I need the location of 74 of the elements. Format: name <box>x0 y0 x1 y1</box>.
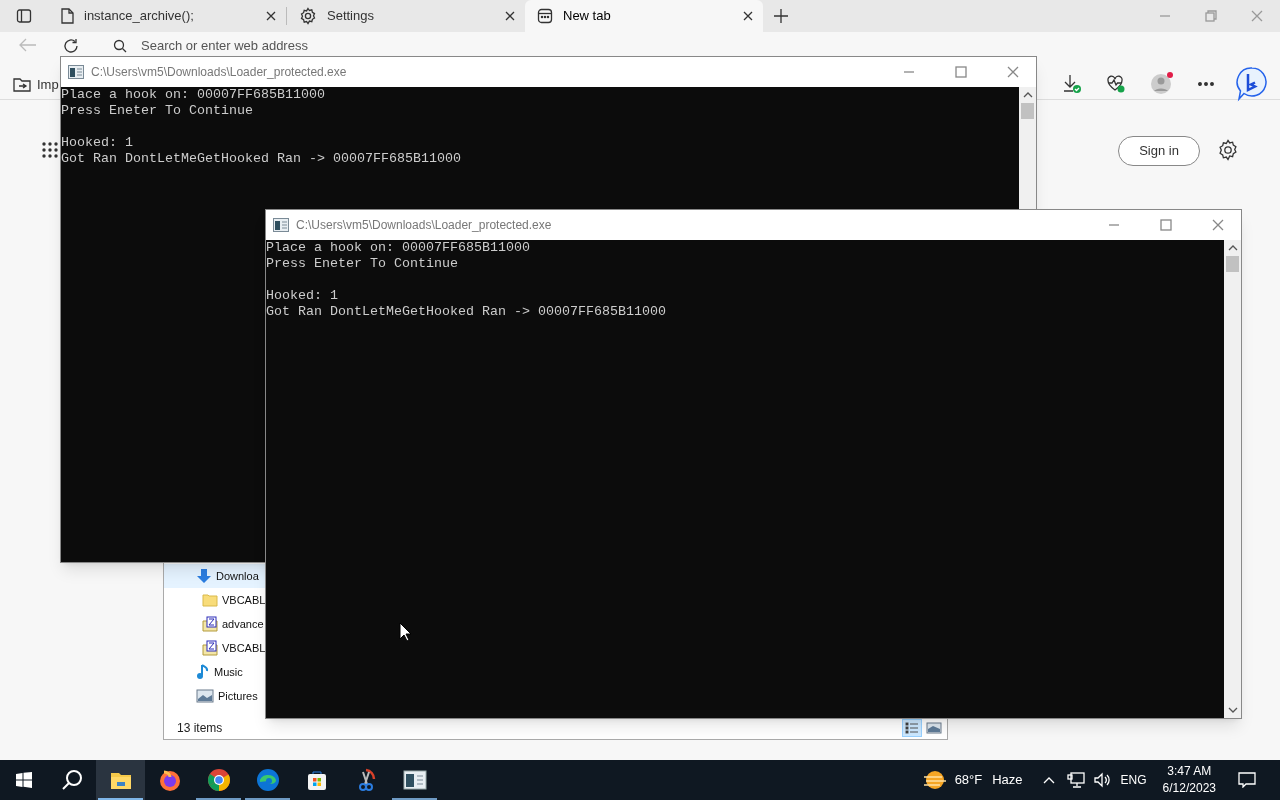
settings-icon[interactable] <box>1217 139 1239 161</box>
console-line: Got Ran DontLetMeGetHooked Ran -> 00007FF685B11000 <box>61 151 462 167</box>
console-line: Hooked: 1 <box>266 288 339 304</box>
search-icon[interactable] <box>61 769 83 791</box>
status-text: 13 items <box>177 720 223 737</box>
weather-condition[interactable]: Haze <box>992 770 1023 790</box>
address-field[interactable]: Search or enter web address <box>141 39 308 53</box>
new-tab-button[interactable] <box>773 8 789 24</box>
maximize-icon[interactable] <box>1160 219 1172 231</box>
nav-item[interactable]: VBCABL <box>164 636 265 660</box>
tab-actions-icon[interactable] <box>16 8 32 24</box>
console-app-icon <box>273 218 289 232</box>
window-title: C:\Users\vm5\Downloads\Loader_protected.exe <box>91 64 348 81</box>
nav-item[interactable]: Pictures <box>164 684 265 708</box>
nav-item[interactable]: Downloa <box>164 564 265 588</box>
console-line: Press Eneter To Continue <box>266 256 459 272</box>
weather-icon[interactable] <box>922 770 947 790</box>
refresh-icon[interactable] <box>63 38 79 54</box>
notifications-icon[interactable] <box>1238 772 1256 788</box>
scrollbar-thumb[interactable] <box>1021 103 1034 119</box>
network-icon[interactable] <box>1066 772 1085 788</box>
folder-icon <box>202 593 218 607</box>
chrome-icon <box>206 768 231 792</box>
browser-tab[interactable]: New tab <box>525 0 763 32</box>
large-icons-view-icon[interactable] <box>925 721 943 735</box>
scrollbar-thumb[interactable] <box>1226 256 1239 272</box>
more-icon[interactable] <box>1198 82 1214 86</box>
favorites-link[interactable]: Imp <box>37 74 59 95</box>
nav-item[interactable]: VBCABL <box>164 588 265 612</box>
close-icon[interactable] <box>743 11 753 21</box>
archive-icon <box>202 616 218 632</box>
console-line: Press Eneter To Continue <box>61 103 254 119</box>
download-arrow-icon <box>196 568 212 584</box>
firefox-icon <box>157 768 182 792</box>
apps-icon[interactable] <box>42 142 58 158</box>
temperature-text[interactable]: 68°F <box>954 770 983 790</box>
bing-chat-icon[interactable] <box>1236 66 1268 102</box>
windows-start-icon[interactable] <box>16 772 32 788</box>
import-icon[interactable] <box>13 76 31 93</box>
close-icon[interactable] <box>505 11 515 21</box>
scroll-up-icon[interactable] <box>1022 91 1033 99</box>
taskbar-app-button[interactable] <box>96 760 145 800</box>
new-tab-icon <box>537 8 553 24</box>
language-indicator[interactable]: ENG <box>1120 771 1147 789</box>
edge-icon <box>255 768 280 792</box>
archive-icon <box>202 640 218 656</box>
console-line: Got Ran DontLetMeGetHooked Ran -> 00007FF685B11000 <box>266 304 667 320</box>
window-title: C:\Users\vm5\Downloads\Loader_protected.exe <box>296 217 553 234</box>
cursor-icon <box>399 622 412 642</box>
search-icon <box>113 39 127 53</box>
browser-tab[interactable]: instance_archive(); <box>48 0 286 32</box>
music-note-icon <box>196 664 210 680</box>
gear-icon <box>299 7 317 25</box>
console-line: Hooked: 1 <box>61 135 134 151</box>
console-app-icon <box>68 65 84 79</box>
picture-icon <box>196 689 214 703</box>
chevron-up-icon[interactable] <box>1042 776 1055 784</box>
console-line: Place a hook on: 00007FF685B11000 <box>61 87 326 103</box>
browser-tab[interactable]: Settings <box>287 0 525 32</box>
volume-icon[interactable] <box>1092 772 1111 788</box>
download-icon[interactable] <box>1062 74 1082 94</box>
close-icon[interactable] <box>266 11 276 21</box>
clock[interactable]: 3:47 AM 6/12/2023 <box>1162 763 1216 797</box>
details-view-icon[interactable] <box>902 719 922 737</box>
console-line: Place a hook on: 00007FF685B11000 <box>266 240 531 256</box>
nav-item[interactable]: advance <box>164 612 265 636</box>
scroll-up-icon[interactable] <box>1227 244 1238 252</box>
nav-item[interactable]: Music <box>164 660 265 684</box>
sign-in-button[interactable]: Sign in <box>1118 136 1200 166</box>
console-app-icon <box>402 768 427 792</box>
page-icon <box>60 8 74 24</box>
scroll-down-icon[interactable] <box>1227 706 1238 714</box>
heart-icon[interactable] <box>1106 74 1126 94</box>
maximize-icon[interactable] <box>955 66 967 78</box>
